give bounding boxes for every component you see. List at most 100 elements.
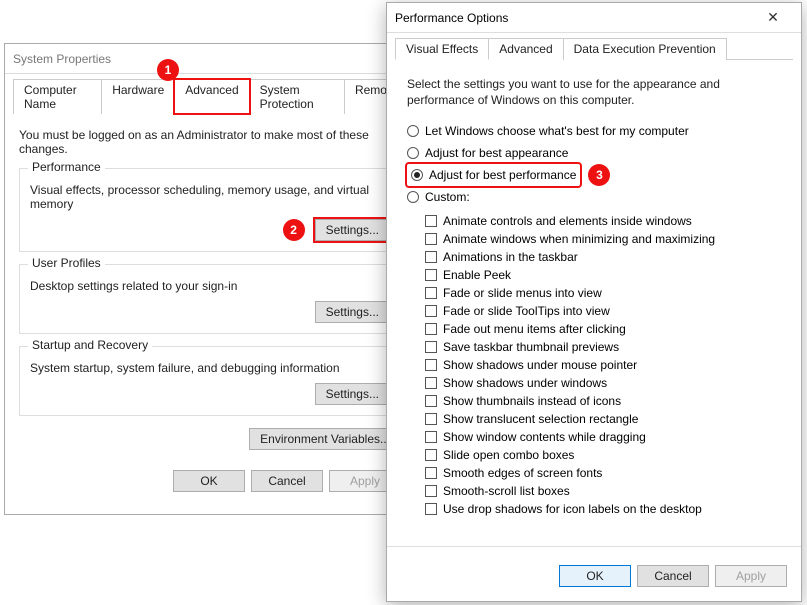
check-option[interactable]: Animations in the taskbar: [425, 248, 781, 266]
checkbox-icon: [425, 503, 437, 515]
dialog-button-row: OK Cancel Apply: [5, 460, 415, 506]
checkbox-icon: [425, 323, 437, 335]
check-option[interactable]: Enable Peek: [425, 266, 781, 284]
group-label: Performance: [28, 160, 105, 174]
cancel-button[interactable]: Cancel: [251, 470, 323, 492]
check-label: Show window contents while dragging: [443, 430, 646, 444]
checkbox-icon: [425, 395, 437, 407]
dialog-button-row: OK Cancel Apply: [387, 555, 801, 601]
check-label: Animations in the taskbar: [443, 250, 578, 264]
checkbox-icon: [425, 359, 437, 371]
check-label: Show translucent selection rectangle: [443, 412, 638, 426]
tab-strip: Computer Name Hardware Advanced System P…: [13, 78, 407, 114]
radio-icon: [411, 169, 423, 181]
close-button[interactable]: ✕: [753, 4, 793, 32]
performance-options-dialog: Performance Options ✕ Visual Effects Adv…: [386, 2, 802, 602]
check-option[interactable]: Smooth-scroll list boxes: [425, 482, 781, 500]
check-option[interactable]: Save taskbar thumbnail previews: [425, 338, 781, 356]
ok-button[interactable]: OK: [559, 565, 631, 587]
check-option[interactable]: Animate controls and elements inside win…: [425, 212, 781, 230]
checkbox-icon: [425, 449, 437, 461]
check-label: Show shadows under windows: [443, 376, 607, 390]
check-option[interactable]: Slide open combo boxes: [425, 446, 781, 464]
checkbox-icon: [425, 341, 437, 353]
checkbox-icon: [425, 467, 437, 479]
check-option[interactable]: Animate windows when minimizing and maxi…: [425, 230, 781, 248]
group-desc: System startup, system failure, and debu…: [30, 361, 390, 375]
instruction-text: Select the settings you want to use for …: [407, 76, 781, 108]
checkbox-icon: [425, 485, 437, 497]
check-option[interactable]: Fade out menu items after clicking: [425, 320, 781, 338]
user-profiles-group: User Profiles Desktop settings related t…: [19, 264, 401, 334]
tab-visual-effects[interactable]: Visual Effects: [395, 38, 489, 60]
check-label: Fade or slide ToolTips into view: [443, 304, 610, 318]
check-label: Fade or slide menus into view: [443, 286, 602, 300]
radio-best-performance[interactable]: Adjust for best performance: [407, 164, 580, 186]
radio-label: Adjust for best appearance: [425, 146, 568, 160]
tab-advanced[interactable]: Advanced: [174, 79, 249, 114]
apply-button[interactable]: Apply: [715, 565, 787, 587]
radio-icon: [407, 191, 419, 203]
check-label: Animate controls and elements inside win…: [443, 214, 692, 228]
cancel-button[interactable]: Cancel: [637, 565, 709, 587]
group-label: Startup and Recovery: [28, 338, 152, 352]
checkbox-icon: [425, 251, 437, 263]
checkbox-icon: [425, 431, 437, 443]
radio-icon: [407, 147, 419, 159]
group-desc: Desktop settings related to your sign-in: [30, 279, 390, 293]
radio-label: Let Windows choose what's best for my co…: [425, 124, 689, 138]
radio-windows-choose[interactable]: Let Windows choose what's best for my co…: [407, 120, 781, 142]
ok-button[interactable]: OK: [173, 470, 245, 492]
radio-icon: [407, 125, 419, 137]
visual-effects-checklist: Animate controls and elements inside win…: [407, 212, 781, 518]
check-label: Animate windows when minimizing and maxi…: [443, 232, 715, 246]
window-title: Performance Options: [395, 11, 753, 25]
admin-notice: You must be logged on as an Administrato…: [19, 128, 401, 156]
radio-best-appearance[interactable]: Adjust for best appearance: [407, 142, 781, 164]
performance-settings-button[interactable]: Settings...: [315, 219, 390, 241]
check-option[interactable]: Fade or slide ToolTips into view: [425, 302, 781, 320]
tab-hardware[interactable]: Hardware: [101, 79, 175, 114]
performance-group: Performance Visual effects, processor sc…: [19, 168, 401, 252]
checkbox-icon: [425, 287, 437, 299]
checkbox-icon: [425, 413, 437, 425]
annotation-marker-3: 3: [588, 164, 610, 186]
check-option[interactable]: Show window contents while dragging: [425, 428, 781, 446]
startup-recovery-group: Startup and Recovery System startup, sys…: [19, 346, 401, 416]
check-label: Use drop shadows for icon labels on the …: [443, 502, 702, 516]
check-option[interactable]: Show shadows under mouse pointer: [425, 356, 781, 374]
radio-label: Custom:: [425, 190, 470, 204]
tab-dep[interactable]: Data Execution Prevention: [563, 38, 727, 60]
window-title: System Properties: [13, 52, 407, 66]
checkbox-icon: [425, 233, 437, 245]
annotation-marker-1: 1: [157, 59, 179, 81]
checkbox-icon: [425, 377, 437, 389]
check-option[interactable]: Show thumbnails instead of icons: [425, 392, 781, 410]
titlebar: Performance Options ✕: [387, 3, 801, 33]
group-label: User Profiles: [28, 256, 105, 270]
check-option[interactable]: Show shadows under windows: [425, 374, 781, 392]
check-label: Show shadows under mouse pointer: [443, 358, 637, 372]
check-option[interactable]: Show translucent selection rectangle: [425, 410, 781, 428]
startup-settings-button[interactable]: Settings...: [315, 383, 390, 405]
tab-system-protection[interactable]: System Protection: [249, 79, 345, 114]
check-label: Smooth edges of screen fonts: [443, 466, 602, 480]
tab-content: Select the settings you want to use for …: [387, 60, 801, 530]
check-option[interactable]: Use drop shadows for icon labels on the …: [425, 500, 781, 518]
checkbox-icon: [425, 215, 437, 227]
check-option[interactable]: Fade or slide menus into view: [425, 284, 781, 302]
system-properties-dialog: System Properties 1 Computer Name Hardwa…: [4, 43, 416, 515]
tab-computer-name[interactable]: Computer Name: [13, 79, 102, 114]
tab-advanced[interactable]: Advanced: [488, 38, 563, 60]
check-label: Smooth-scroll list boxes: [443, 484, 570, 498]
check-label: Show thumbnails instead of icons: [443, 394, 621, 408]
check-option[interactable]: Smooth edges of screen fonts: [425, 464, 781, 482]
group-desc: Visual effects, processor scheduling, me…: [30, 183, 390, 211]
radio-custom[interactable]: Custom:: [407, 186, 781, 208]
environment-variables-button[interactable]: Environment Variables...: [249, 428, 401, 450]
tab-strip: Visual Effects Advanced Data Execution P…: [395, 37, 793, 60]
titlebar: System Properties: [5, 44, 415, 74]
annotation-marker-2: 2: [283, 219, 305, 241]
radio-label: Adjust for best performance: [429, 168, 576, 182]
user-profiles-settings-button[interactable]: Settings...: [315, 301, 390, 323]
